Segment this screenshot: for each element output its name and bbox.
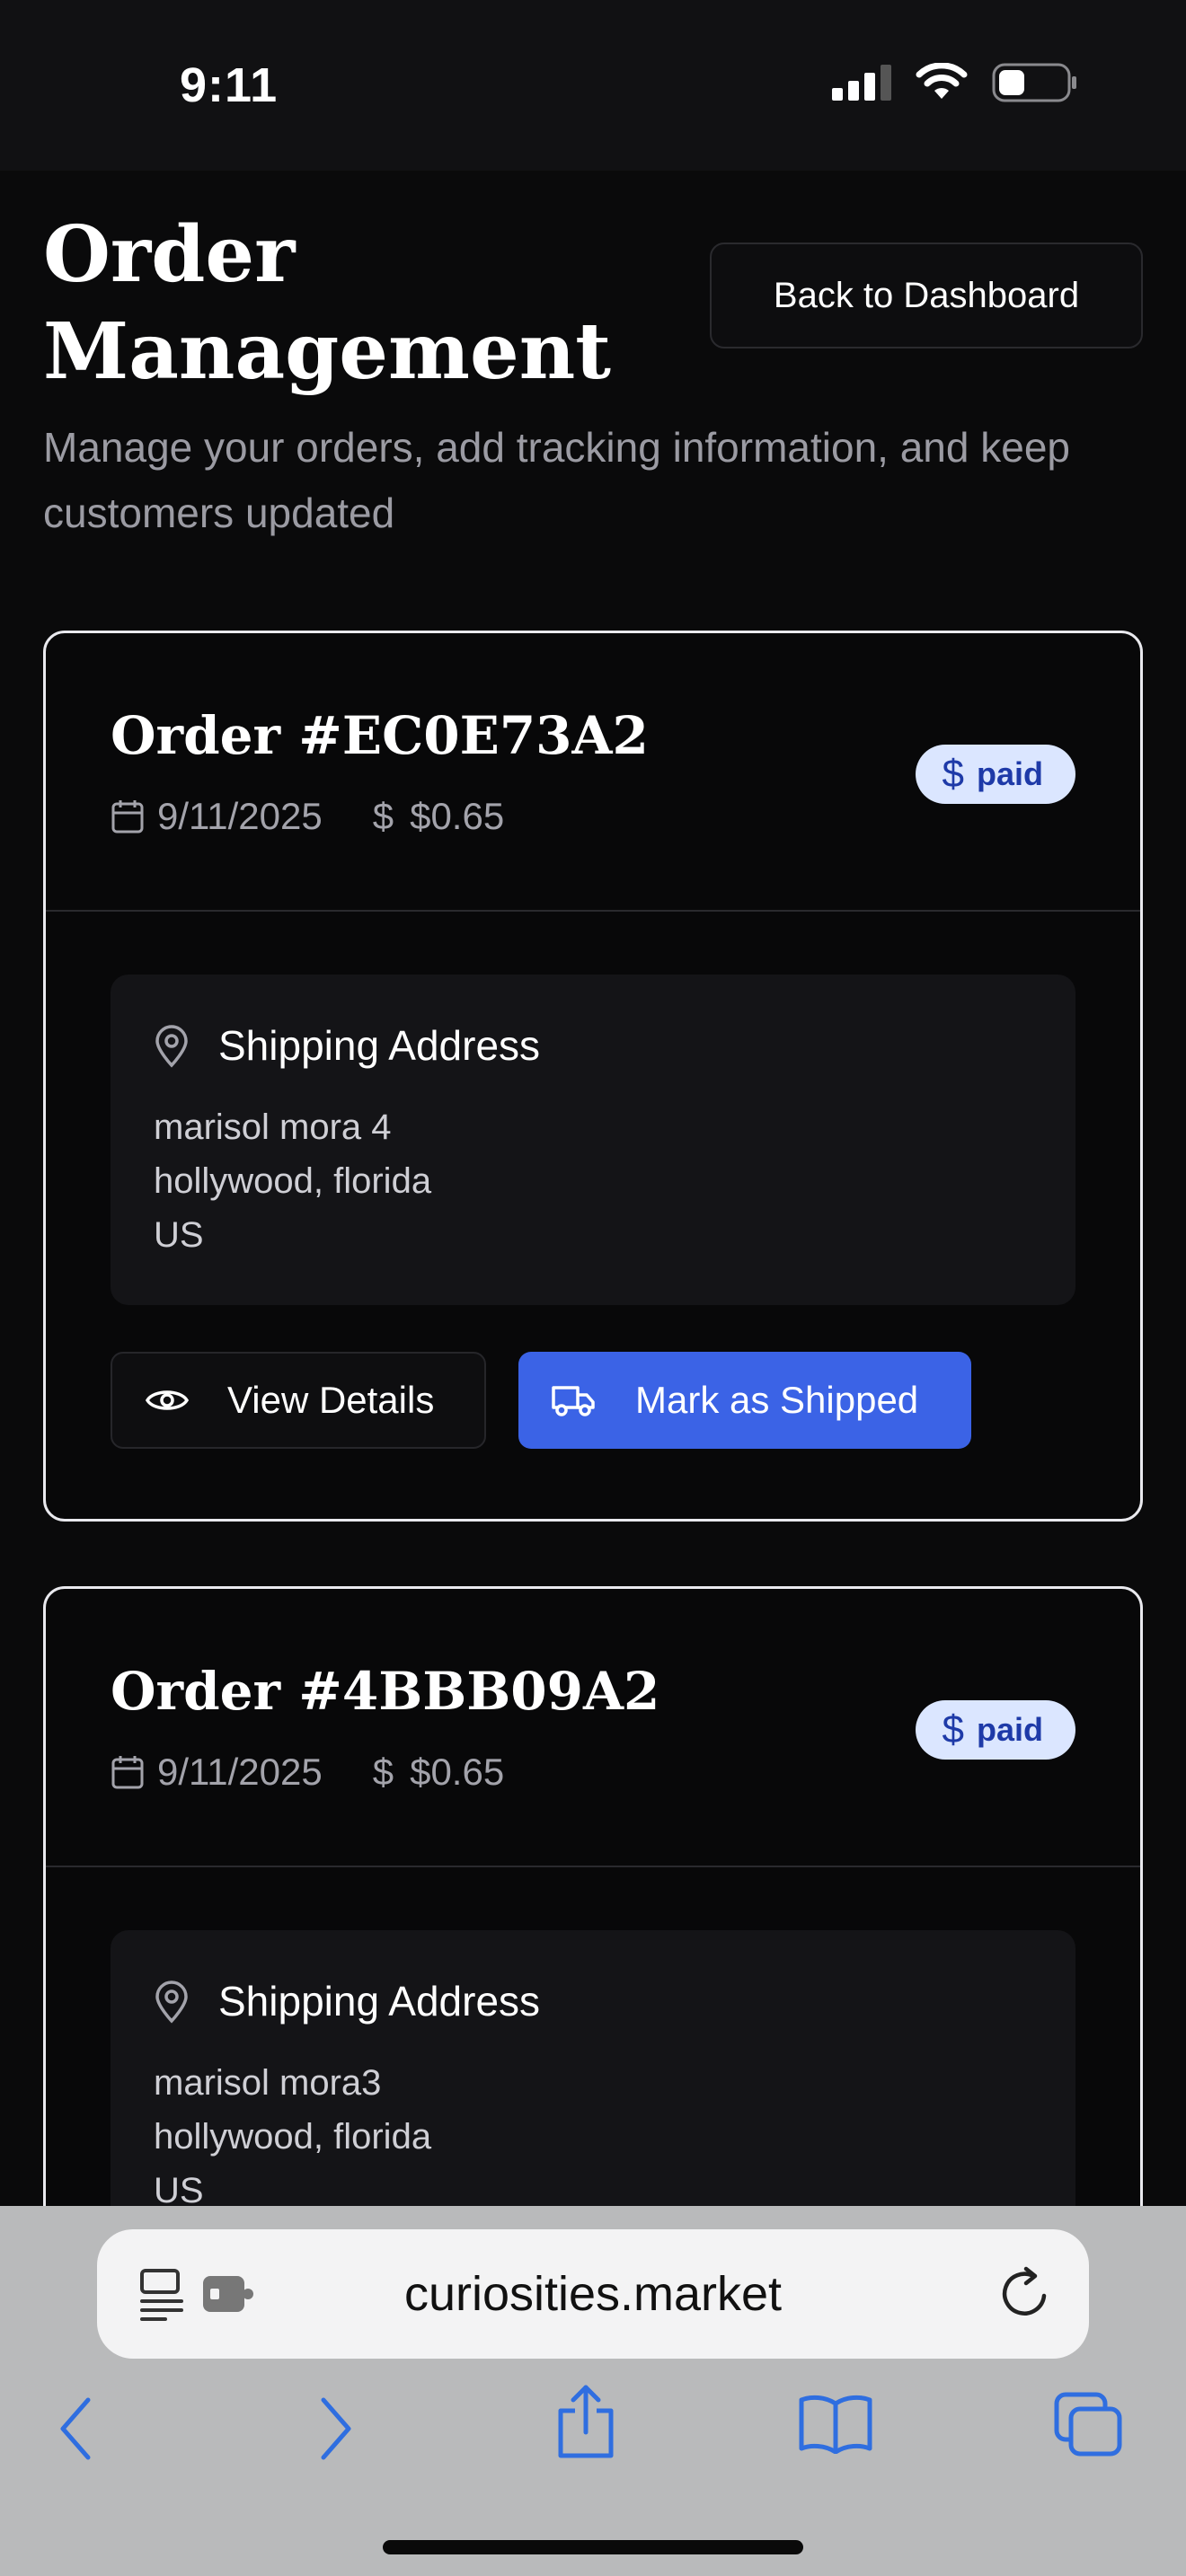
address-line: marisol mora3	[154, 2063, 382, 2103]
browser-nav-row	[0, 2378, 1186, 2486]
status-badge: $ paid	[915, 745, 1075, 804]
view-details-button[interactable]: View Details	[111, 1352, 486, 1449]
cellular-signal-icon	[832, 65, 891, 101]
page-title: Order Management	[43, 209, 611, 397]
page-subtitle: Manage your orders, add tracking informa…	[43, 424, 1070, 536]
wifi-icon	[916, 63, 968, 99]
order-date: 9/11/2025	[157, 795, 323, 837]
back-to-dashboard-button[interactable]: Back to Dashboard	[710, 243, 1143, 348]
eye-icon	[145, 1390, 190, 1410]
forward-chevron-icon[interactable]	[318, 2396, 354, 2461]
address-line: US	[154, 1215, 204, 1255]
status-badge: $ paid	[915, 1700, 1075, 1760]
home-indicator	[383, 2540, 803, 2554]
order-card-header: Order #EC0E73A2 9/11/2025 $ $0.65 $ paid	[46, 633, 1140, 912]
address-bar[interactable]: curiosities.market	[97, 2229, 1089, 2359]
calendar-icon	[111, 1756, 144, 1789]
battery-icon	[992, 63, 1076, 102]
truck-icon	[552, 1386, 595, 1416]
status-time: 9:11	[180, 58, 279, 112]
shipping-address-title: Shipping Address	[218, 1978, 541, 2025]
order-meta: 9/11/2025 $ $0.65	[111, 795, 504, 838]
bookmarks-icon[interactable]	[798, 2393, 873, 2454]
address-line: hollywood, florida	[154, 1161, 432, 1201]
reader-mode-icon[interactable]	[138, 2267, 189, 2321]
status-badge-label: paid	[976, 755, 1043, 792]
url-left-icons	[138, 2267, 255, 2321]
address-line: marisol mora 4	[154, 1107, 392, 1147]
shipping-address-box: Shipping Address marisol mora 4 hollywoo…	[111, 975, 1075, 1305]
calendar-icon	[111, 800, 144, 834]
extension-icon[interactable]	[201, 2272, 255, 2316]
mark-as-shipped-label: Mark as Shipped	[635, 1379, 919, 1421]
url-text: curiosities.market	[403, 2267, 783, 2321]
status-bar: 9:11	[0, 0, 1186, 171]
dollar-icon: $	[942, 1707, 964, 1751]
dollar-icon: $	[942, 752, 964, 796]
order-amount: $0.65	[410, 795, 505, 837]
order-date: 9/11/2025	[157, 1751, 323, 1793]
status-badge-label: paid	[976, 1711, 1043, 1748]
status-icons	[832, 63, 1078, 102]
order-card: Order #EC0E73A2 9/11/2025 $ $0.65 $ paid	[43, 631, 1143, 1522]
dollar-icon: $	[372, 795, 394, 837]
map-pin-icon	[155, 1981, 188, 2024]
order-actions: View Details Mark as Shipped	[111, 1352, 971, 1449]
tabs-icon[interactable]	[1053, 2391, 1125, 2459]
order-amount: $0.65	[410, 1751, 505, 1793]
shipping-address-lines: marisol mora3 hollywood, florida US	[154, 2056, 431, 2218]
map-pin-icon	[155, 1025, 188, 1068]
order-card-header: Order #4BBB09A2 9/11/2025 $ $0.65 $ paid	[46, 1589, 1140, 1867]
shipping-address-lines: marisol mora 4 hollywood, florida US	[154, 1100, 431, 1262]
view-details-label: View Details	[227, 1379, 435, 1421]
dollar-icon: $	[372, 1751, 394, 1793]
reload-icon[interactable]	[999, 2263, 1053, 2321]
mark-as-shipped-button[interactable]: Mark as Shipped	[518, 1352, 971, 1449]
order-meta: 9/11/2025 $ $0.65	[111, 1751, 504, 1794]
back-chevron-icon[interactable]	[58, 2396, 93, 2461]
browser-toolbar: curiosities.market	[0, 2206, 1186, 2576]
share-icon[interactable]	[555, 2384, 616, 2459]
shipping-address-title: Shipping Address	[218, 1022, 541, 1069]
address-line: hollywood, florida	[154, 2117, 432, 2157]
order-title: Order #4BBB09A2	[111, 1661, 660, 1722]
order-title: Order #EC0E73A2	[111, 705, 649, 766]
